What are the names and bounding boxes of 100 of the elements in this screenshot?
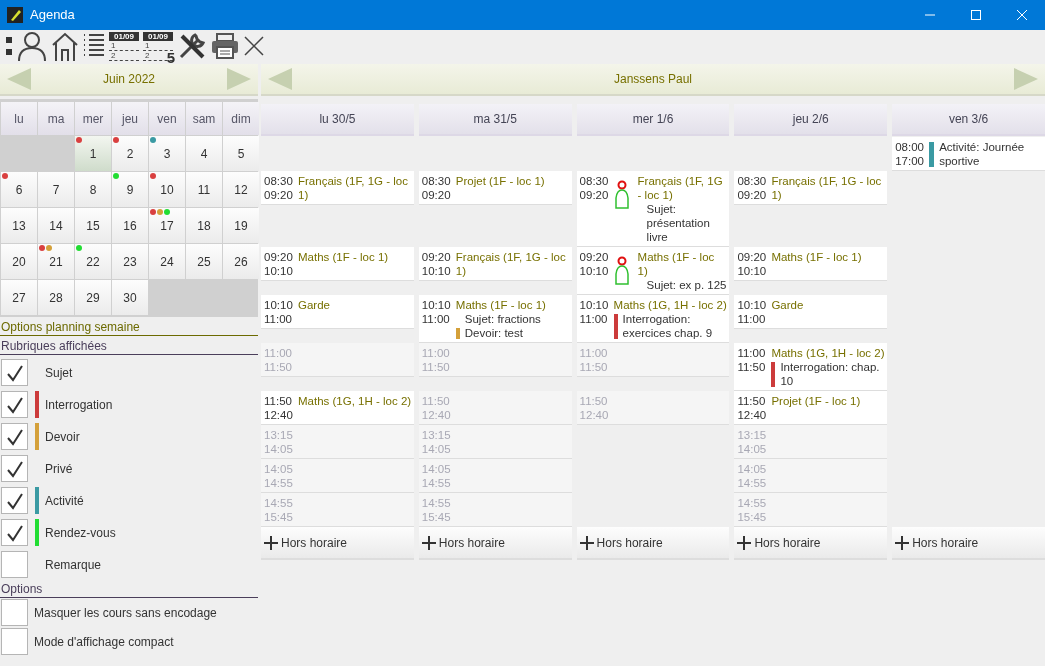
add-button[interactable]: Hors horaire bbox=[418, 527, 572, 560]
calendar-day[interactable]: 28 bbox=[38, 280, 74, 315]
start-time: 11:50 bbox=[264, 394, 293, 408]
calendar-day[interactable]: 23 bbox=[112, 244, 148, 279]
add-button[interactable]: Hors horaire bbox=[261, 527, 414, 560]
calendar-day[interactable]: 19 bbox=[223, 208, 259, 243]
lesson-entry[interactable]: 10:10 11:00 Garde bbox=[734, 295, 888, 329]
end-time: 14:55 bbox=[264, 476, 294, 490]
checkbox[interactable] bbox=[1, 628, 28, 655]
date-list-button[interactable]: 01/09 1 2 5 bbox=[141, 31, 175, 61]
calendar-day[interactable]: 20 bbox=[1, 244, 37, 279]
lesson-title: Maths (1F - loc 1) bbox=[455, 298, 547, 312]
checkbox[interactable] bbox=[1, 599, 28, 626]
end-time: 11:50 bbox=[737, 360, 767, 374]
lesson-note: Devoir: test bbox=[464, 326, 523, 340]
lesson-entry[interactable]: 09:20 10:10 Maths (1F - loc 1) bbox=[734, 247, 888, 281]
start-time: 11:50 bbox=[737, 394, 767, 408]
lesson-note: Sujet: présentation livre bbox=[646, 202, 711, 244]
calendar-day[interactable]: 15 bbox=[75, 208, 111, 243]
start-time: 08:30 bbox=[737, 174, 768, 188]
calendar-day[interactable]: 8 bbox=[75, 172, 111, 207]
start-time: 14:05 bbox=[421, 462, 452, 476]
calendar-day[interactable]: 1 bbox=[75, 136, 111, 171]
calendar-day[interactable]: 22 bbox=[75, 244, 111, 279]
end-time: 11:00 bbox=[579, 312, 609, 326]
calendar-day[interactable]: 13 bbox=[1, 208, 37, 243]
lesson-entry[interactable]: 09:20 10:10 Maths (1F - loc 1) Sujet: ex p. 125 bbox=[576, 247, 730, 295]
lesson-entry[interactable]: 10:10 11:00 Maths (1G, 1H - loc 2) Interrogation: exercices chap. 9 bbox=[576, 295, 730, 343]
calendar-day[interactable]: 30 bbox=[112, 280, 148, 315]
calendar-day[interactable]: 17 bbox=[149, 208, 185, 243]
start-time: 10:10 bbox=[737, 298, 768, 312]
lesson-entry[interactable]: 08:30 09:20 Français (1F, 1G - loc 1) bbox=[261, 171, 414, 205]
lesson-entry[interactable]: 08:30 09:20 Projet (1F - loc 1) bbox=[418, 171, 572, 205]
checkbox[interactable] bbox=[1, 359, 28, 386]
weekday-header: mer bbox=[75, 102, 111, 135]
add-button[interactable]: Hors horaire bbox=[734, 527, 888, 560]
day-header: ma 31/5 bbox=[418, 104, 572, 136]
lesson-title: Maths (1F - loc 1) bbox=[298, 250, 390, 264]
person-button[interactable] bbox=[15, 31, 49, 61]
calendar-day[interactable]: 11 bbox=[186, 172, 222, 207]
calendar-day[interactable]: 25 bbox=[186, 244, 222, 279]
checkbox[interactable] bbox=[1, 487, 28, 514]
calendar-day[interactable]: 6 bbox=[1, 172, 37, 207]
lesson-title: Projet (1F - loc 1) bbox=[455, 174, 546, 188]
calendar-day[interactable]: 10 bbox=[149, 172, 185, 207]
calendar-day[interactable]: 21 bbox=[38, 244, 74, 279]
calendar-day[interactable]: 16 bbox=[112, 208, 148, 243]
checkbox[interactable] bbox=[1, 391, 28, 418]
calendar-day[interactable]: 12 bbox=[223, 172, 259, 207]
section-heading: Options bbox=[0, 582, 258, 598]
lesson-entry[interactable]: 08:30 09:20 Français (1F, 1G - loc 1) Sujet: présentation livre bbox=[576, 171, 730, 247]
calendar-day[interactable]: 3 bbox=[149, 136, 185, 171]
calendar-day[interactable]: 29 bbox=[75, 280, 111, 315]
calendar-day[interactable]: 2 bbox=[112, 136, 148, 171]
lesson-entry[interactable]: 08:30 09:20 Français (1F, 1G - loc 1) bbox=[734, 171, 888, 205]
right-arrow-icon bbox=[1013, 67, 1039, 91]
lesson-entry[interactable]: 09:20 10:10 Français (1F, 1G - loc 1) bbox=[418, 247, 572, 281]
checkbox[interactable] bbox=[1, 455, 28, 482]
lesson-entry[interactable]: 10:10 11:00 Garde bbox=[261, 295, 414, 329]
end-time: 11:00 bbox=[264, 312, 293, 326]
lesson-note: Sujet: fractions bbox=[464, 312, 541, 326]
end-time: 10:10 bbox=[579, 264, 610, 278]
add-button[interactable]: Hors horaire bbox=[892, 527, 1045, 560]
lesson-title: Maths (1G, 1H - loc 2) bbox=[771, 346, 886, 360]
weekday-header: ma bbox=[38, 102, 74, 135]
print-button[interactable] bbox=[209, 31, 241, 61]
calendar-day[interactable]: 18 bbox=[186, 208, 222, 243]
add-button[interactable]: Hors horaire bbox=[576, 527, 730, 560]
end-time: 11:50 bbox=[264, 360, 293, 374]
calendar-day[interactable]: 5 bbox=[223, 136, 259, 171]
end-time: 09:20 bbox=[737, 188, 768, 202]
lesson-entry[interactable]: 11:50 12:40 Maths (1G, 1H - loc 2) bbox=[261, 391, 414, 425]
lesson-title: Français (1F, 1G - loc 1) bbox=[771, 174, 883, 202]
lesson-entry[interactable]: 11:50 12:40 Projet (1F - loc 1) bbox=[734, 391, 888, 425]
calendar-day[interactable]: 9 bbox=[112, 172, 148, 207]
end-time: 12:40 bbox=[737, 408, 768, 422]
checkbox[interactable] bbox=[1, 423, 28, 450]
activity-entry[interactable]: 08:00 17:00 Activité: Journée sportive bbox=[892, 137, 1045, 171]
lesson-entry[interactable]: 10:10 11:00 Maths (1F - loc 1) Sujet: fractions Devoir: test bbox=[418, 295, 572, 343]
lesson-entry[interactable]: 11:00 11:50 Maths (1G, 1H - loc 2) Interrogation: chap. 10 bbox=[734, 343, 888, 391]
checkbox[interactable] bbox=[1, 519, 28, 546]
calendar-day[interactable]: 7 bbox=[38, 172, 74, 207]
lesson-entry[interactable]: 09:20 10:10 Maths (1F - loc 1) bbox=[261, 247, 414, 281]
start-time: 10:10 bbox=[579, 298, 610, 312]
lesson-title: Maths (1G, 1H - loc 2) bbox=[298, 394, 412, 408]
calendar-day[interactable]: 4 bbox=[186, 136, 222, 171]
calendar-day[interactable]: 24 bbox=[149, 244, 185, 279]
lesson-title: Maths (1F - loc 1) bbox=[637, 250, 716, 278]
calendar-day[interactable]: 26 bbox=[223, 244, 259, 279]
calendar-day[interactable]: 27 bbox=[1, 280, 37, 315]
start-time: 14:55 bbox=[264, 496, 294, 510]
close-icon bbox=[243, 35, 265, 57]
calendar-day[interactable]: 14 bbox=[38, 208, 74, 243]
checkbox[interactable] bbox=[1, 551, 28, 578]
start-time: 08:30 bbox=[421, 174, 452, 188]
start-time: 13:15 bbox=[737, 428, 768, 442]
date-list-button[interactable]: 01/09 1 2 bbox=[107, 31, 141, 61]
month-title: Juin 2022 bbox=[102, 71, 155, 88]
left-arrow-icon bbox=[267, 67, 293, 91]
end-time: 14:05 bbox=[264, 442, 294, 456]
